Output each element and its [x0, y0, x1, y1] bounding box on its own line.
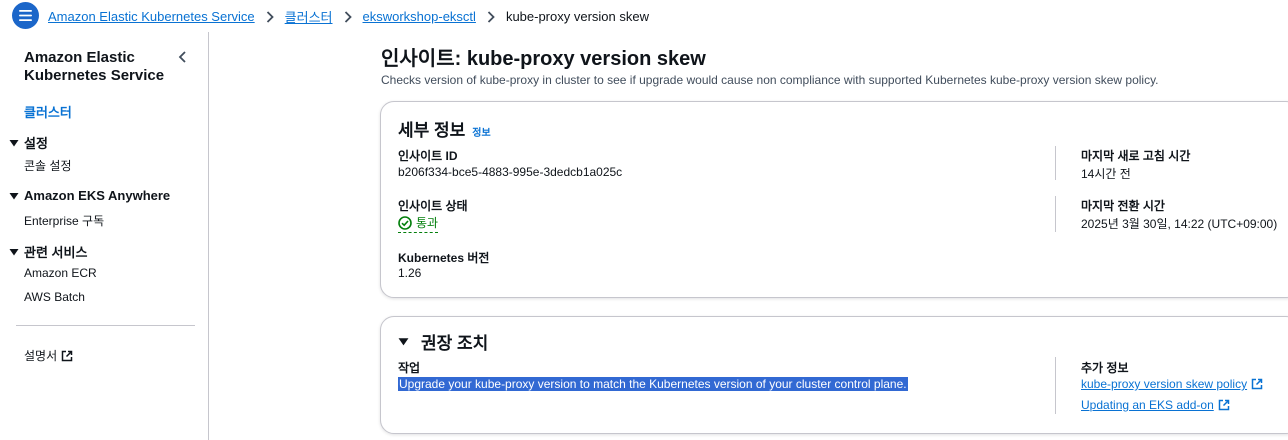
chevron-right-icon — [255, 10, 285, 23]
chevron-right-icon — [333, 10, 363, 23]
details-title: 세부 정보 — [398, 121, 466, 140]
caret-down-icon — [9, 139, 19, 146]
external-link-icon — [1218, 399, 1230, 411]
last-refresh-label: 마지막 새로 고침 시간 — [1081, 149, 1191, 163]
info-link[interactable]: 정보 — [472, 124, 490, 139]
sidebar-item-documentation[interactable]: 설명서 — [24, 347, 73, 364]
column-divider — [1055, 146, 1056, 180]
link-version-skew-policy[interactable]: kube-proxy version skew policy — [1081, 377, 1263, 391]
sidebar-item-clusters[interactable]: 클러스터 — [24, 102, 72, 121]
sidebar-section-eks-anywhere[interactable]: Amazon EKS Anywhere — [9, 188, 170, 203]
breadcrumb-link-clusters[interactable]: 클러스터 — [285, 7, 333, 26]
page-title: 인사이트: kube-proxy version skew — [381, 48, 706, 70]
external-link-icon — [1251, 378, 1263, 390]
recommendation-container: 권장 조치 작업 Upgrade your kube-proxy version… — [380, 316, 1288, 434]
sidebar-item-console-settings[interactable]: 콘솔 설정 — [24, 157, 72, 174]
details-container: 세부 정보 정보 인사이트 ID b206f334-bce5-4883-995e… — [380, 101, 1288, 298]
sidebar-section-label: Amazon EKS Anywhere — [24, 188, 171, 203]
recommendation-title: 권장 조치 — [421, 334, 489, 353]
task-label: 작업 — [398, 361, 421, 375]
last-transition-value: 2025년 3월 30일, 14:22 (UTC+09:00) — [1081, 217, 1278, 231]
link-label: Updating an EKS add-on — [1081, 398, 1214, 412]
insight-id-value: b206f334-bce5-4883-995e-3dedcb1a025c — [398, 165, 623, 179]
sidebar-doc-label: 설명서 — [24, 349, 58, 363]
status-badge[interactable]: 통과 — [398, 214, 439, 233]
kubernetes-version-label: Kubernetes 버전 — [398, 251, 490, 265]
sidebar-section-related-services[interactable]: 관련 서비스 — [9, 242, 87, 261]
sidebar-section-label: 관련 서비스 — [24, 245, 88, 260]
link-updating-eks-addon[interactable]: Updating an EKS add-on — [1081, 398, 1230, 412]
menu-button[interactable] — [12, 2, 39, 29]
chevron-right-icon — [476, 10, 506, 23]
breadcrumb-link-eks[interactable]: Amazon Elastic Kubernetes Service — [48, 9, 255, 24]
column-divider — [1055, 357, 1056, 414]
recommendation-header[interactable]: 권장 조치 — [398, 329, 488, 354]
sidebar-section-label: 설정 — [24, 136, 48, 151]
status-success-icon — [398, 215, 412, 230]
column-divider — [1055, 196, 1056, 232]
breadcrumb-link-cluster-name[interactable]: eksworkshop-eksctl — [363, 9, 476, 24]
sidebar-item-aws-batch[interactable]: AWS Batch — [24, 290, 85, 304]
insight-id-label: 인사이트 ID — [398, 149, 458, 163]
external-link-icon — [61, 350, 73, 361]
caret-down-icon — [9, 248, 19, 255]
breadcrumb-current: kube-proxy version skew — [505, 9, 649, 24]
sidebar-title[interactable]: Amazon Elastic Kubernetes Service — [24, 49, 174, 85]
more-info-label: 추가 정보 — [1081, 361, 1129, 375]
last-transition-label: 마지막 전환 시간 — [1081, 199, 1165, 213]
sidebar-item-enterprise-subscription[interactable]: Enterprise 구독 — [24, 212, 104, 229]
task-value: Upgrade your kube-proxy version to match… — [398, 377, 908, 391]
side-navigation: Amazon Elastic Kubernetes Service 클러스터 설… — [0, 32, 209, 440]
insight-status-label: 인사이트 상태 — [398, 199, 468, 213]
kubernetes-version-value: 1.26 — [398, 266, 422, 280]
caret-down-icon — [398, 338, 409, 346]
top-navigation: Amazon Elastic Kubernetes Service 클러스터 e… — [0, 0, 1288, 32]
page-description: Checks version of kube-proxy in cluster … — [381, 73, 1159, 87]
breadcrumb: Amazon Elastic Kubernetes Service 클러스터 e… — [48, 7, 649, 26]
status-text: 통과 — [416, 216, 439, 230]
details-header: 세부 정보 정보 — [398, 116, 491, 141]
link-label: kube-proxy version skew policy — [1081, 377, 1248, 391]
last-refresh-value: 14시간 전 — [1081, 167, 1131, 181]
sidebar-section-settings[interactable]: 설정 — [9, 133, 48, 152]
chevron-left-icon[interactable] — [176, 50, 190, 64]
caret-down-icon — [9, 192, 19, 199]
menu-icon — [19, 10, 32, 21]
sidebar-divider — [16, 325, 195, 326]
sidebar-item-amazon-ecr[interactable]: Amazon ECR — [24, 266, 97, 280]
